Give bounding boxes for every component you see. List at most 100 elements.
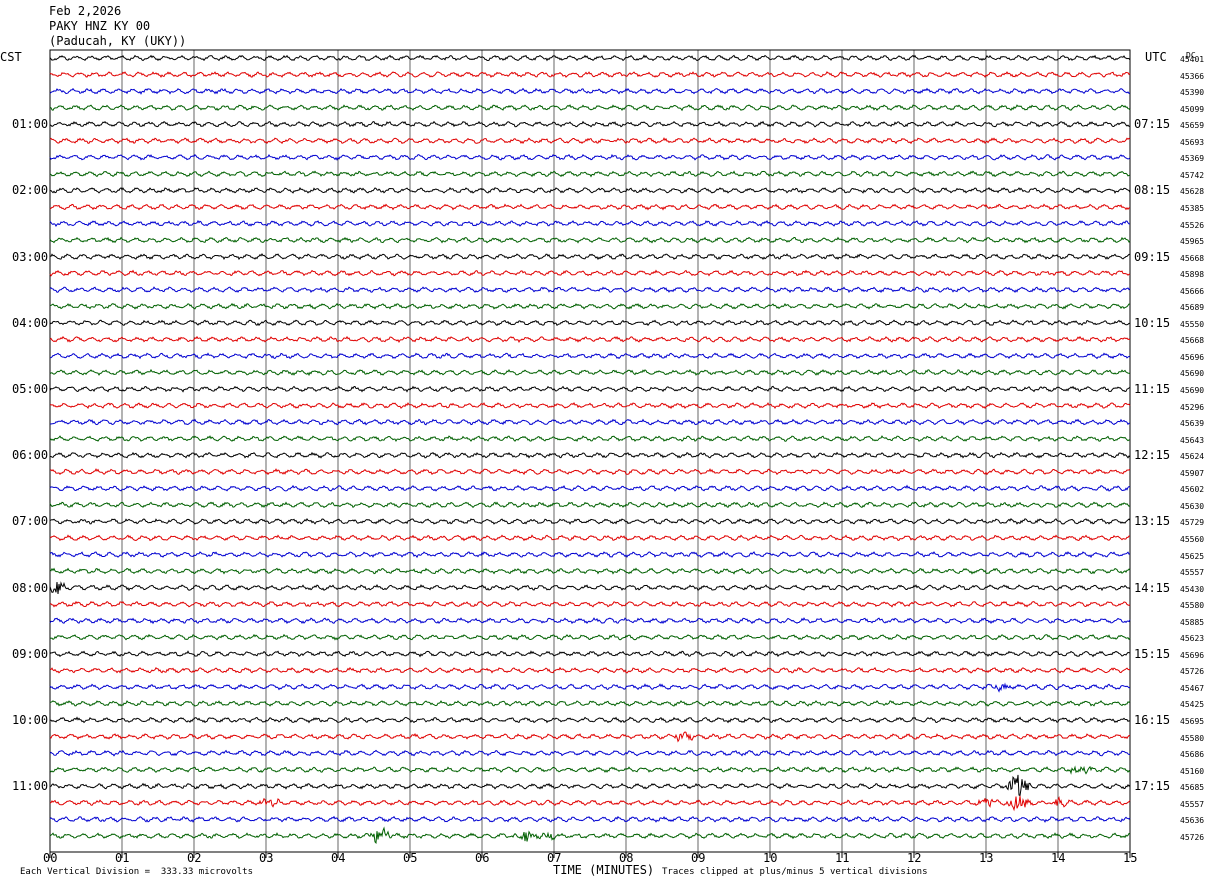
dc-offset-label: 45526 — [1180, 220, 1205, 230]
dc-offset-label: 45625 — [1180, 551, 1205, 561]
dc-offset-label: 45666 — [1180, 286, 1205, 296]
dc-offset-label: 45885 — [1180, 617, 1205, 627]
left-hour-label: 11:00 — [12, 779, 49, 794]
trace-line — [49, 826, 1131, 845]
dc-offset-label: 45690 — [1180, 369, 1205, 379]
x-tick-label: 01 — [115, 851, 130, 865]
trace-line — [49, 352, 1131, 360]
dc-offset-label: 45550 — [1180, 319, 1205, 329]
trace-line — [49, 501, 1131, 509]
dc-offset-label: 45668 — [1180, 336, 1205, 346]
trace-line — [49, 137, 1131, 145]
trace-line — [49, 567, 1131, 575]
left-hour-label: 02:00 — [12, 183, 49, 198]
dc-offset-label: 45696 — [1180, 650, 1205, 660]
left-hour-label: 07:00 — [12, 514, 49, 529]
trace-line — [49, 286, 1131, 294]
right-hour-label: 07:15 — [1134, 117, 1171, 132]
dc-offset-label: 45689 — [1180, 303, 1205, 313]
trace-line — [49, 368, 1131, 377]
trace-line — [49, 600, 1131, 608]
right-hour-label: 11:15 — [1134, 382, 1171, 396]
trace-line — [49, 120, 1131, 128]
trace-line — [49, 666, 1131, 674]
right-hour-label: 16:15 — [1134, 713, 1171, 727]
trace-line — [49, 302, 1131, 310]
trace-line — [49, 749, 1131, 757]
right-hour-label: 15:15 — [1134, 646, 1171, 661]
trace-line — [49, 435, 1131, 443]
dc-offset-label: 45630 — [1180, 501, 1205, 511]
left-hour-label: 04:00 — [12, 315, 49, 330]
dc-offset-label: 45099 — [1180, 104, 1205, 114]
x-tick-label: 02 — [187, 851, 202, 865]
dc-offset-label: 45385 — [1180, 203, 1205, 213]
x-tick-label: 11 — [835, 851, 850, 865]
right-hour-label: 14:15 — [1134, 580, 1171, 595]
x-tick-label: 12 — [907, 851, 922, 865]
trace-line — [49, 203, 1131, 211]
trace-line — [49, 700, 1131, 707]
dc-offset-label: 45560 — [1180, 534, 1205, 544]
trace-line — [49, 815, 1131, 823]
x-tick-label: 03 — [259, 851, 274, 865]
trace-line — [49, 385, 1131, 393]
trace-line — [49, 682, 1131, 693]
trace-line — [49, 219, 1130, 227]
clip-note: Traces clipped at plus/minus 5 vertical … — [662, 867, 928, 877]
trace-line — [49, 153, 1131, 161]
right-hour-label: 13:15 — [1134, 514, 1171, 529]
dc-offset-label: 45742 — [1180, 170, 1205, 180]
dc-offset-label: 45639 — [1180, 419, 1205, 429]
right-hour-label: 09:15 — [1134, 249, 1171, 264]
trace-line — [49, 253, 1130, 261]
dc-offset-label: 45696 — [1180, 352, 1205, 362]
dc-offset-label: 45695 — [1180, 717, 1205, 726]
dc-offset-label: 45602 — [1180, 485, 1205, 495]
dc-offset-label: 45296 — [1180, 402, 1205, 412]
x-tick-label: 09 — [691, 851, 706, 865]
trace-line — [49, 104, 1131, 112]
dc-offset-label: 45668 — [1180, 253, 1205, 263]
right-hour-label: 10:15 — [1134, 315, 1171, 330]
dc-offset-label: 45557 — [1180, 799, 1205, 809]
trace-line — [49, 534, 1131, 542]
trace-line — [49, 551, 1131, 559]
trace-line — [49, 71, 1131, 78]
trace-line — [49, 484, 1131, 492]
x-tick-label: 10 — [763, 851, 778, 865]
scale-note: Each Vertical Division = 333.33 microvol… — [20, 867, 253, 877]
plot-frame — [49, 49, 1131, 853]
trace-line — [49, 617, 1131, 625]
left-hour-label: 09:00 — [12, 646, 49, 661]
trace-line — [49, 774, 1131, 797]
dc-offset-label: 45467 — [1180, 683, 1205, 693]
dc-offset-label: 45898 — [1180, 270, 1205, 280]
left-hour-label: 01:00 — [12, 117, 49, 132]
dc-offset-label: 45390 — [1180, 88, 1205, 98]
trace-line — [49, 517, 1131, 525]
dc-offset-label: 45690 — [1180, 386, 1205, 395]
left-hour-label: 10:00 — [12, 713, 49, 727]
x-tick-label: 05 — [403, 851, 418, 865]
trace-line — [49, 87, 1131, 95]
trace-line — [49, 54, 1131, 62]
dc-offset-label: 45729 — [1180, 518, 1205, 528]
trace-line — [49, 451, 1131, 459]
dc-offset-label: 45726 — [1180, 832, 1205, 842]
right-hour-label: 17:15 — [1134, 779, 1171, 794]
dc-offset-label: 45965 — [1180, 237, 1205, 247]
dc-offset-label: 45580 — [1180, 601, 1205, 611]
dc-offset-label: 45369 — [1180, 154, 1205, 164]
left-hour-label: 08:00 — [12, 580, 49, 595]
trace-line — [49, 170, 1131, 178]
trace-line — [49, 633, 1131, 641]
dc-offset-label: 45628 — [1180, 187, 1205, 197]
trace-line — [49, 795, 1131, 812]
left-hour-label: 03:00 — [12, 249, 49, 264]
dc-offset-label: 45726 — [1180, 667, 1205, 677]
x-tick-label: 06 — [475, 851, 490, 865]
dc-offset-label: 45623 — [1180, 634, 1205, 644]
x-tick-label: 13 — [979, 851, 994, 865]
left-hour-label: 06:00 — [12, 448, 49, 463]
